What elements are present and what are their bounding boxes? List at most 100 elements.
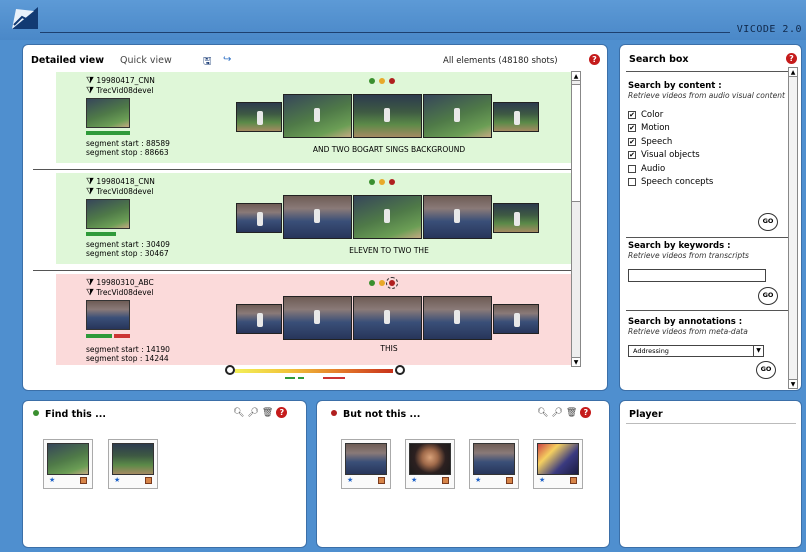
scroll-down-arrow-icon[interactable]: ▼ bbox=[572, 357, 580, 366]
shot-thumbnail[interactable] bbox=[493, 203, 539, 233]
remove-icon[interactable] bbox=[378, 477, 385, 484]
option-audio[interactable]: Audio bbox=[628, 162, 791, 176]
tab-quick-view[interactable]: Quick view bbox=[120, 55, 172, 66]
scroll-up-arrow-icon[interactable]: ▲ bbox=[572, 72, 580, 81]
timeline-bar[interactable] bbox=[235, 369, 393, 373]
shot-thumbnail[interactable] bbox=[283, 94, 352, 138]
shot-thumbnail[interactable] bbox=[353, 94, 422, 138]
relevance-dots[interactable] bbox=[369, 179, 395, 185]
panel-title: Search box bbox=[629, 54, 689, 65]
timeline-end-handle[interactable] bbox=[395, 365, 405, 375]
shot-thumbnail[interactable] bbox=[423, 195, 492, 239]
filter-icon[interactable]: ⧩ bbox=[86, 278, 94, 288]
query-thumbnail[interactable]: ★ bbox=[405, 439, 455, 489]
checkbox[interactable]: ✔ bbox=[628, 151, 636, 160]
panel-title: But not this ... bbox=[343, 409, 421, 420]
pin-icon[interactable]: ★ bbox=[49, 476, 55, 484]
scroll-up-arrow-icon[interactable]: ▲ bbox=[789, 68, 797, 77]
relevance-dots[interactable] bbox=[369, 78, 395, 84]
shot-thumbnail[interactable] bbox=[423, 296, 492, 340]
option-visual-objects[interactable]: ✔ Visual objects bbox=[628, 149, 791, 163]
shot-thumbnail[interactable] bbox=[283, 296, 352, 340]
annotations-select[interactable]: Addressing ▼ bbox=[628, 345, 764, 357]
shot-thumbnail[interactable] bbox=[423, 94, 492, 138]
filter-icon[interactable]: ⧩ bbox=[86, 288, 94, 298]
result-row[interactable]: ⧩ 19980417_CNN ⧩ TrecVid08devel segment … bbox=[56, 72, 571, 163]
scroll-thumb[interactable] bbox=[572, 84, 580, 202]
go-content-button[interactable]: GO bbox=[758, 213, 778, 231]
help-icon[interactable]: ? bbox=[786, 53, 797, 64]
remove-icon[interactable] bbox=[442, 477, 449, 484]
key-frame-thumbnail[interactable] bbox=[86, 98, 130, 128]
timeline-start-handle[interactable] bbox=[225, 365, 235, 375]
go-annotations-button[interactable]: GO bbox=[756, 361, 776, 379]
remove-icon[interactable] bbox=[570, 477, 577, 484]
filter-icon[interactable]: ⧩ bbox=[86, 177, 94, 187]
result-row[interactable]: ⧩ 19980418_CNN ⧩ TrecVid08devel segment … bbox=[56, 173, 571, 264]
key-frame-thumbnail[interactable] bbox=[86, 300, 130, 330]
help-icon[interactable]: ? bbox=[589, 54, 600, 65]
option-speech-concepts[interactable]: Speech concepts bbox=[628, 176, 791, 190]
filter-icon[interactable]: ⧩ bbox=[86, 76, 94, 86]
filter-icon[interactable]: ⧩ bbox=[86, 86, 94, 96]
checkbox[interactable]: ✔ bbox=[628, 137, 636, 146]
shot-thumbnail[interactable] bbox=[236, 203, 282, 233]
keywords-input[interactable] bbox=[628, 269, 766, 282]
go-keywords-button[interactable]: GO bbox=[758, 287, 778, 305]
relevance-dots[interactable] bbox=[369, 277, 398, 289]
checkbox[interactable]: ✔ bbox=[628, 110, 636, 119]
query-thumbnail[interactable]: ★ bbox=[341, 439, 391, 489]
query-thumbnail[interactable]: ★ bbox=[533, 439, 583, 489]
filter-icon[interactable]: ⧩ bbox=[86, 187, 94, 197]
shot-thumbnail[interactable] bbox=[283, 195, 352, 239]
remove-icon[interactable] bbox=[506, 477, 513, 484]
query-image[interactable] bbox=[537, 443, 579, 475]
checkbox[interactable] bbox=[628, 164, 636, 173]
query-image[interactable] bbox=[345, 443, 387, 475]
query-image[interactable] bbox=[409, 443, 451, 475]
zoom-in-icon[interactable]: 🔍︎ bbox=[233, 408, 244, 418]
results-scrollbar[interactable]: ▲ ▼ bbox=[571, 71, 581, 367]
pin-icon[interactable]: ★ bbox=[411, 476, 417, 484]
export-icon[interactable]: ↪ bbox=[223, 54, 231, 65]
option-color[interactable]: ✔ Color bbox=[628, 108, 791, 122]
zoom-out-icon[interactable]: 🔎︎ bbox=[247, 408, 258, 418]
query-image[interactable] bbox=[473, 443, 515, 475]
scroll-down-arrow-icon[interactable]: ▼ bbox=[789, 379, 797, 388]
segment-info: segment start : 88589 segment stop : 886… bbox=[86, 139, 170, 157]
shot-thumbnail[interactable] bbox=[236, 102, 282, 132]
key-frame-thumbnail[interactable] bbox=[86, 199, 130, 229]
shot-thumbnail[interactable] bbox=[353, 195, 422, 239]
help-icon[interactable]: ? bbox=[580, 407, 592, 418]
trash-icon[interactable]: 🗑︎ bbox=[566, 408, 577, 418]
trash-icon[interactable]: 🗑︎ bbox=[262, 408, 273, 418]
query-image[interactable] bbox=[47, 443, 89, 475]
chevron-down-icon[interactable]: ▼ bbox=[753, 346, 763, 356]
tab-detailed-view[interactable]: Detailed view bbox=[31, 55, 104, 66]
pin-icon[interactable]: ★ bbox=[114, 476, 120, 484]
pin-icon[interactable]: ★ bbox=[539, 476, 545, 484]
query-thumbnail[interactable]: ★ bbox=[108, 439, 158, 489]
shot-thumbnail[interactable] bbox=[236, 304, 282, 334]
remove-icon[interactable] bbox=[145, 477, 152, 484]
checkbox[interactable] bbox=[628, 178, 636, 187]
remove-icon[interactable] bbox=[80, 477, 87, 484]
result-row[interactable]: ⧩ 19980310_ABC ⧩ TrecVid08devel segment … bbox=[56, 274, 571, 365]
query-thumbnail[interactable]: ★ bbox=[469, 439, 519, 489]
zoom-in-icon[interactable]: 🔍︎ bbox=[537, 408, 548, 418]
option-speech[interactable]: ✔ Speech bbox=[628, 135, 791, 149]
help-icon[interactable]: ? bbox=[276, 407, 288, 418]
option-motion[interactable]: ✔ Motion bbox=[628, 122, 791, 136]
shot-thumbnail[interactable] bbox=[493, 304, 539, 334]
pin-icon[interactable]: ★ bbox=[347, 476, 353, 484]
section-divider bbox=[626, 310, 794, 311]
shot-thumbnail[interactable] bbox=[493, 102, 539, 132]
search-scrollbar[interactable]: ▲ ▼ bbox=[788, 67, 798, 389]
checkbox[interactable]: ✔ bbox=[628, 124, 636, 133]
query-thumbnail[interactable]: ★ bbox=[43, 439, 93, 489]
pin-icon[interactable]: ★ bbox=[475, 476, 481, 484]
save-icon[interactable]: 🖫 bbox=[203, 54, 212, 71]
query-image[interactable] bbox=[112, 443, 154, 475]
zoom-out-icon[interactable]: 🔎︎ bbox=[551, 408, 562, 418]
shot-thumbnail[interactable] bbox=[353, 296, 422, 340]
